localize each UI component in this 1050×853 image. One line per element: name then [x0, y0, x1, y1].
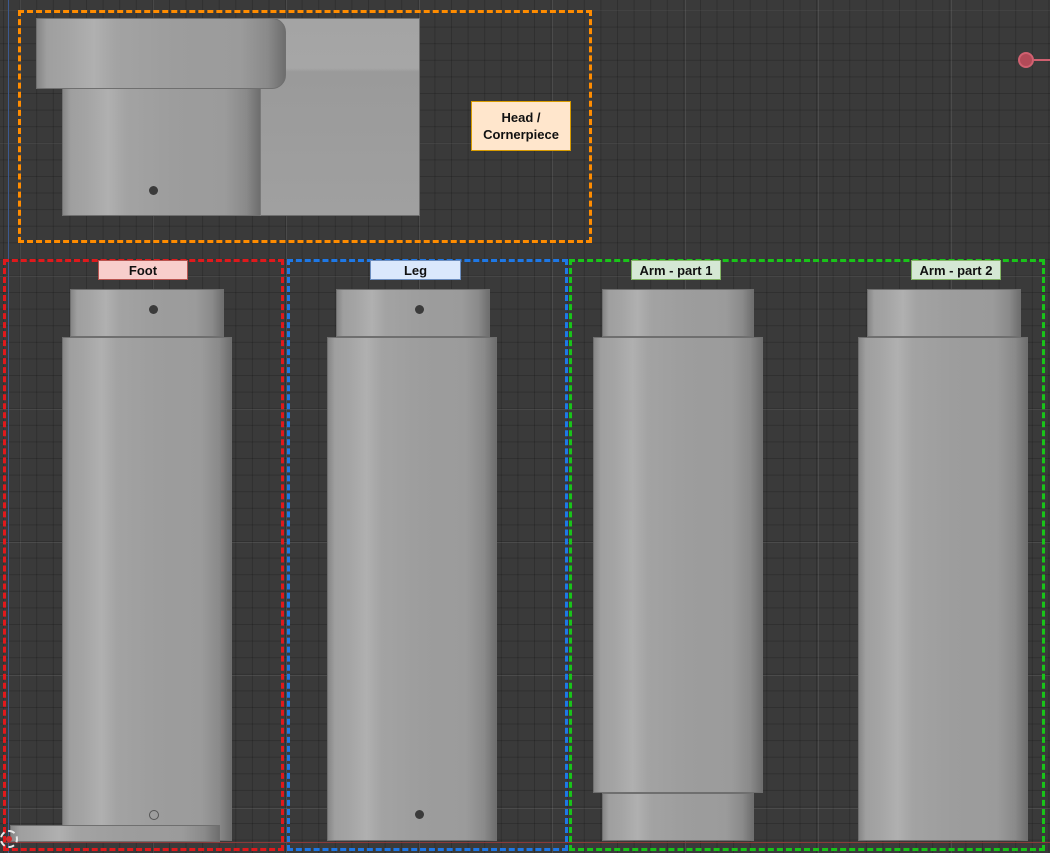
leg-bottom-hole: [415, 810, 424, 819]
light-source-icon[interactable]: [1018, 52, 1034, 68]
foot-bottom-hole: [149, 810, 159, 820]
arm1-top-tenon[interactable]: [602, 289, 754, 337]
world-origin-icon[interactable]: [0, 830, 18, 848]
leg-body[interactable]: [327, 337, 497, 841]
head-seam: [260, 88, 261, 216]
leg-label: Leg: [370, 260, 461, 280]
arm2-label: Arm - part 2: [911, 260, 1001, 280]
foot-top-hole: [149, 305, 158, 314]
head-pin-hole: [149, 186, 158, 195]
head-cap[interactable]: [36, 18, 286, 89]
arm1-label: Arm - part 1: [631, 260, 721, 280]
arm1-body[interactable]: [593, 337, 763, 793]
foot-top-tenon[interactable]: [70, 289, 224, 337]
arm1-bottom-tenon[interactable]: [602, 793, 754, 841]
arm2-body[interactable]: [858, 337, 1028, 841]
foot-base-plate[interactable]: [10, 825, 220, 842]
foot-label: Foot: [98, 260, 188, 280]
leg-top-tenon[interactable]: [336, 289, 490, 337]
foot-body[interactable]: [62, 337, 232, 841]
light-direction-line: [1034, 59, 1050, 61]
arm2-top-tenon[interactable]: [867, 289, 1021, 337]
leg-top-hole: [415, 305, 424, 314]
head-block-left[interactable]: [62, 88, 261, 216]
head-label: Head / Cornerpiece: [471, 101, 571, 151]
